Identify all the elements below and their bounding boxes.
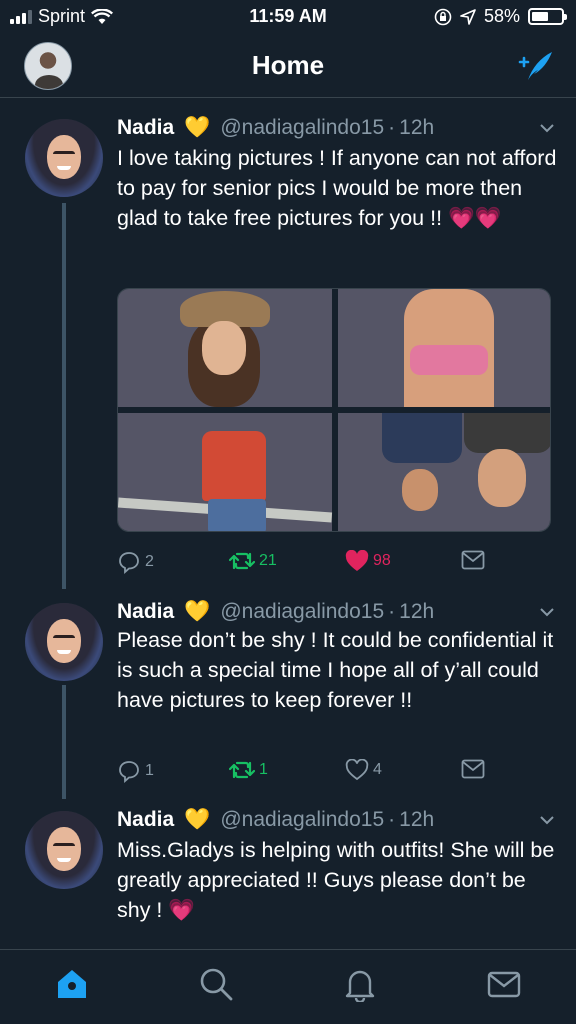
heart-outline-icon: [345, 759, 369, 781]
messages-icon[interactable]: [486, 966, 522, 1002]
display-name[interactable]: Nadia: [117, 116, 174, 140]
tweet-text: Miss.Gladys is helping with outfits! She…: [117, 838, 555, 922]
like-count: 4: [373, 761, 382, 778]
heart-filled-icon: [345, 550, 369, 571]
page-title: Home: [251, 50, 325, 80]
photo-2[interactable]: [338, 289, 550, 407]
chevron-down-icon[interactable]: [538, 119, 556, 137]
reply-count: 1: [145, 762, 154, 779]
tweet-actions: 2 21 98: [117, 550, 537, 578]
separator-dot: ·: [388, 600, 396, 623]
reply-count: 2: [145, 553, 154, 570]
tweet-header: Nadia 💛 @nadiagalindo15 · 12h: [117, 805, 556, 835]
chevron-down-icon[interactable]: [538, 603, 556, 621]
avatar[interactable]: [25, 603, 103, 681]
photo-3[interactable]: [118, 413, 333, 531]
reply-button[interactable]: 1: [117, 759, 154, 783]
timestamp[interactable]: 12h: [399, 116, 434, 140]
retweet-button[interactable]: 1: [229, 759, 268, 781]
header: Home: [0, 34, 576, 98]
avatar[interactable]: [25, 811, 103, 889]
handle[interactable]: @nadiagalindo15: [220, 808, 384, 832]
share-button[interactable]: [461, 759, 485, 779]
like-button[interactable]: 98: [345, 550, 391, 572]
tweet[interactable]: Nadia 💛 @nadiagalindo15 · 12h Miss.Glady…: [0, 799, 576, 949]
retweet-count: 1: [259, 761, 268, 778]
separator-dot: ·: [388, 808, 396, 831]
tweet-text: Please don’t be shy ! It could be confid…: [117, 628, 554, 712]
yellow-heart-emoji: 💛: [184, 116, 211, 139]
avatar[interactable]: [25, 119, 103, 197]
search-icon[interactable]: [198, 966, 234, 1002]
retweet-button[interactable]: 21: [229, 550, 277, 572]
tweet-header: Nadia 💛 @nadiagalindo15 · 12h: [117, 597, 556, 627]
tweet-header: Nadia 💛 @nadiagalindo15 · 12h: [117, 113, 556, 143]
tweet-media-grid[interactable]: [117, 288, 551, 532]
envelope-icon: [461, 759, 485, 779]
timestamp[interactable]: 12h: [399, 808, 434, 832]
tab-bar: [0, 949, 576, 1024]
like-button[interactable]: 4: [345, 759, 382, 781]
display-name[interactable]: Nadia: [117, 600, 174, 624]
timeline: Nadia 💛 @nadiagalindo15 · 12h I love tak…: [0, 99, 576, 949]
thread-line: [62, 203, 66, 589]
tweet[interactable]: Nadia 💛 @nadiagalindo15 · 12h Please don…: [0, 589, 576, 799]
share-button[interactable]: [461, 550, 485, 570]
envelope-icon: [461, 550, 485, 570]
orientation-lock-icon: [434, 8, 452, 25]
handle[interactable]: @nadiagalindo15: [220, 600, 384, 624]
compose-tweet-icon[interactable]: [514, 48, 554, 84]
photo-1[interactable]: [118, 289, 332, 407]
photo-4[interactable]: [338, 413, 550, 531]
tweet-actions: 1 1 4: [117, 759, 537, 787]
location-icon: [460, 8, 476, 25]
battery-icon: [528, 8, 567, 25]
separator-dot: ·: [388, 116, 396, 139]
yellow-heart-emoji: 💛: [184, 808, 211, 831]
chevron-down-icon[interactable]: [538, 811, 556, 829]
handle[interactable]: @nadiagalindo15: [220, 116, 384, 140]
retweet-icon: [229, 552, 255, 570]
reply-button[interactable]: 2: [117, 550, 154, 574]
status-right: 58%: [434, 6, 567, 27]
like-count: 98: [373, 552, 391, 569]
retweet-count: 21: [259, 552, 277, 569]
reply-icon: [119, 761, 139, 783]
display-name[interactable]: Nadia: [117, 808, 174, 832]
yellow-heart-emoji: 💛: [184, 600, 211, 623]
thread-line: [62, 685, 66, 799]
reply-icon: [119, 552, 139, 574]
tweet[interactable]: Nadia 💛 @nadiagalindo15 · 12h I love tak…: [0, 99, 576, 589]
notifications-icon[interactable]: [342, 966, 378, 1002]
battery-percent: 58%: [483, 6, 520, 26]
timestamp[interactable]: 12h: [399, 600, 434, 624]
home-icon[interactable]: [54, 966, 90, 1002]
status-bar: Sprint 11:59 AM 58%: [0, 0, 576, 34]
tweet-text: I love taking pictures ! If anyone can n…: [117, 146, 557, 230]
retweet-icon: [229, 761, 255, 779]
